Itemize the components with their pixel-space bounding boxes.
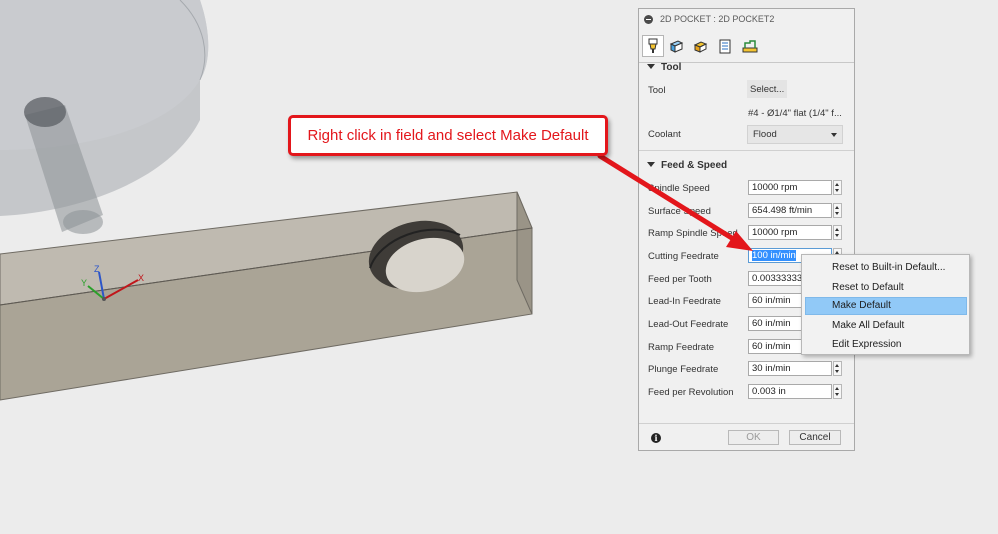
tab-tool[interactable] [642, 35, 664, 57]
context-menu: Reset to Built-in Default... Reset to De… [801, 254, 970, 355]
ramp-spindle-speed-label: Ramp Spindle Speed [648, 228, 738, 239]
heights-tab-icon [693, 40, 707, 53]
dialog-tab-bar [639, 30, 854, 63]
tab-passes[interactable] [714, 35, 736, 57]
surface-speed-label: Surface Speed [648, 206, 711, 217]
tool-description: #4 - Ø1/4" flat (1/4" f... [748, 108, 842, 119]
dialog-header: 2D POCKET : 2D POCKET2 [639, 9, 854, 29]
menu-item-reset-built-in-default[interactable]: Reset to Built-in Default... [805, 259, 967, 277]
pocket-dialog: 2D POCKET : 2D POCKET2 Tool Tool Select.… [638, 8, 855, 451]
y-axis-label: Y [81, 278, 87, 288]
menu-item-reset-to-default[interactable]: Reset to Default [805, 279, 967, 297]
feed-per-tooth-label: Feed per Tooth [648, 274, 712, 285]
x-axis-label: X [138, 273, 144, 283]
plunge-feedrate-label: Plunge Feedrate [648, 364, 719, 375]
dialog-footer: i OK Cancel [639, 423, 854, 451]
coolant-value: Flood [753, 129, 777, 140]
plunge-feedrate-input[interactable]: 30 in/min [748, 361, 832, 376]
collapse-triangle-icon [647, 64, 655, 69]
annotation-callout: Right click in field and select Make Def… [288, 115, 608, 156]
collapse-triangle-icon [647, 162, 655, 167]
collapse-dialog-icon[interactable] [644, 14, 653, 24]
cancel-button[interactable]: Cancel [789, 430, 841, 445]
tab-geometry[interactable] [665, 35, 687, 57]
feed-speed-section-title: Feed & Speed [661, 160, 728, 171]
dialog-title: 2D POCKET : 2D POCKET2 [660, 14, 775, 24]
chevron-down-icon [831, 133, 837, 137]
fixture-model [0, 0, 209, 234]
surface-speed-input[interactable]: 654.498 ft/min [748, 203, 832, 218]
selected-text: 100 in/min [752, 250, 796, 261]
feed-per-revolution-label: Feed per Revolution [648, 387, 734, 398]
ramp-feedrate-label: Ramp Feedrate [648, 342, 715, 353]
section-divider [639, 150, 854, 151]
ok-button[interactable]: OK [728, 430, 779, 445]
surface-speed-stepper[interactable] [833, 203, 842, 218]
tab-linking[interactable] [739, 35, 761, 57]
tool-section-title: Tool [661, 62, 682, 73]
spindle-speed-input[interactable]: 10000 rpm [748, 180, 832, 195]
passes-tab-icon [719, 39, 731, 53]
tool-label: Tool [648, 85, 666, 96]
feed-speed-section-header[interactable]: Feed & Speed [647, 160, 727, 171]
lead-out-feedrate-label: Lead-Out Feedrate [648, 319, 729, 330]
linking-tab-icon [742, 39, 758, 52]
feed-per-revolution-input[interactable]: 0.003 in [748, 384, 832, 399]
lead-in-feedrate-label: Lead-In Feedrate [648, 296, 721, 307]
coolant-select[interactable]: Flood [747, 125, 843, 144]
feed-per-revolution-stepper[interactable] [833, 384, 842, 399]
cutting-feedrate-label: Cutting Feedrate [648, 251, 719, 262]
spindle-speed-stepper[interactable] [833, 180, 842, 195]
menu-item-make-default[interactable]: Make Default [805, 297, 967, 315]
plunge-feedrate-stepper[interactable] [833, 361, 842, 376]
menu-item-make-all-default[interactable]: Make All Default [805, 317, 967, 335]
tool-section-header[interactable]: Tool [647, 62, 681, 73]
select-tool-button[interactable]: Select... [747, 80, 787, 98]
spindle-speed-label: Spindle Speed [648, 183, 710, 194]
ramp-spindle-speed-stepper[interactable] [833, 225, 842, 240]
info-icon[interactable]: i [651, 433, 661, 443]
coolant-label: Coolant [648, 129, 681, 140]
ramp-spindle-speed-input[interactable]: 10000 rpm [748, 225, 832, 240]
geometry-tab-icon [669, 39, 683, 53]
menu-item-edit-expression[interactable]: Edit Expression [805, 336, 967, 354]
tab-heights[interactable] [689, 35, 711, 57]
tool-tab-icon [648, 38, 658, 53]
z-axis-label: Z [94, 264, 100, 274]
